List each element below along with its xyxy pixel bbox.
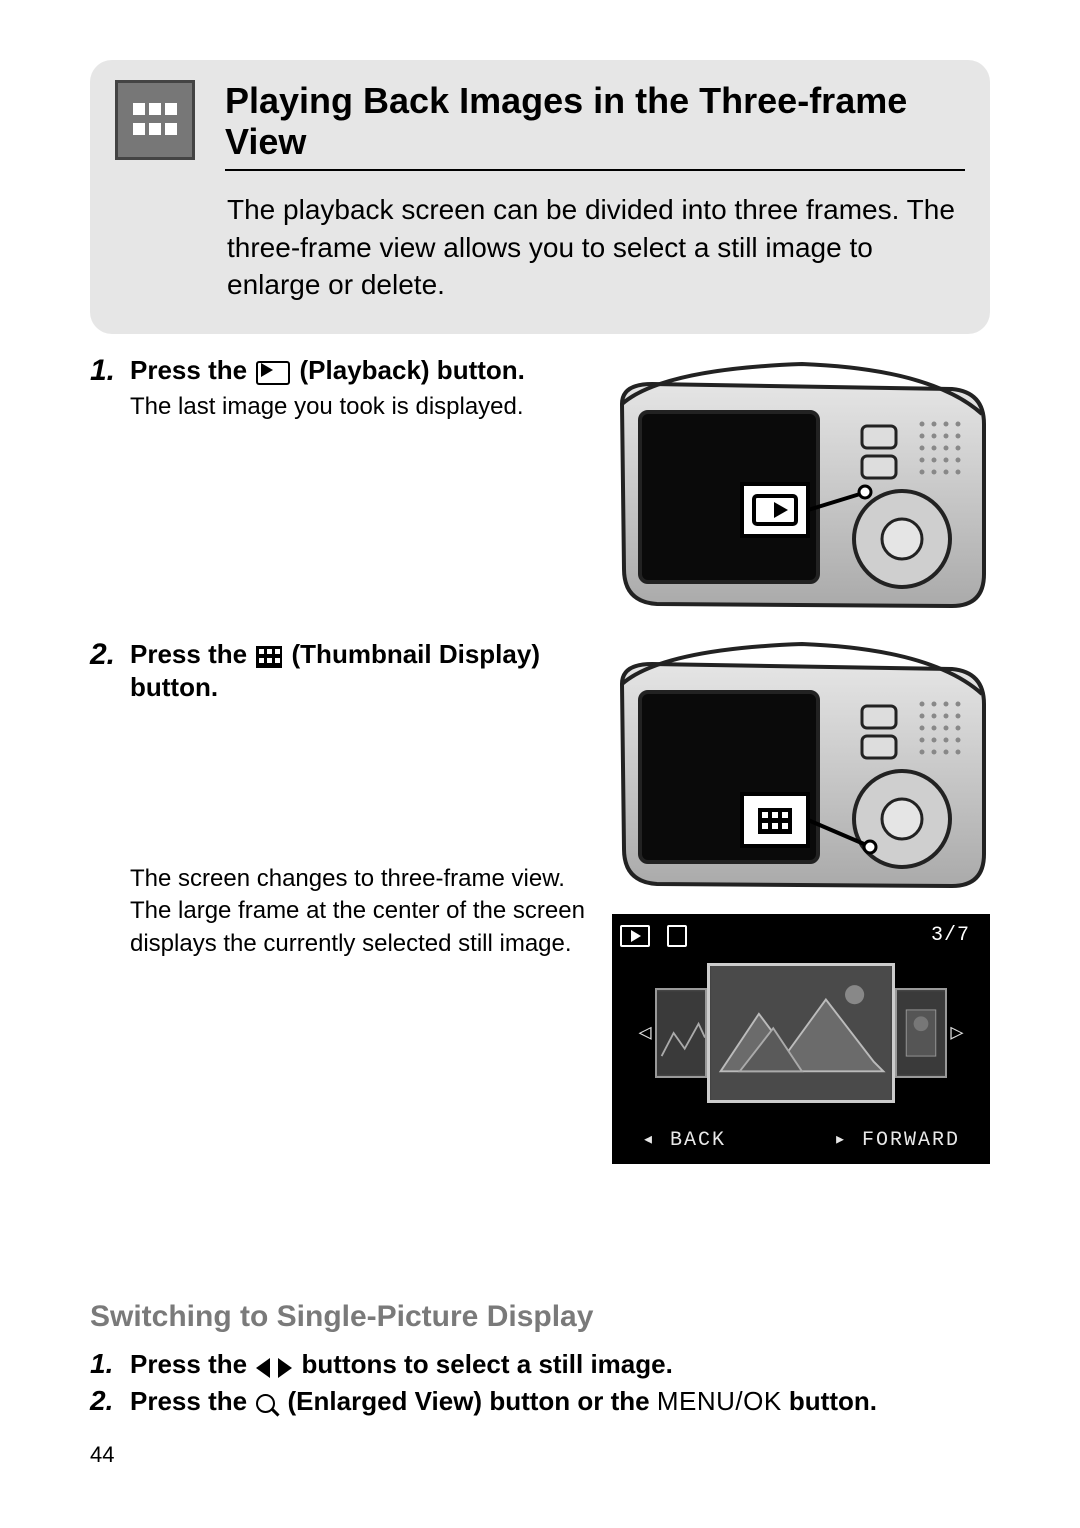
page-number: 44 <box>90 1442 114 1468</box>
subsection-title: Switching to Single-Picture Display <box>90 1300 990 1334</box>
camera-illustration-thumbnail <box>612 634 990 894</box>
text: Press the <box>130 639 254 669</box>
thumbnail-icon <box>256 646 282 668</box>
text: Press the <box>130 355 254 385</box>
step-1-desc: The last image you took is displayed. <box>130 391 550 423</box>
lcd-three-frame-view: 3/7 ◁ ▷ ◂ B <box>612 914 990 1164</box>
step-2-desc: The screen changes to three-frame view. … <box>130 863 600 960</box>
steps-area: 1. Press the (Playback) button. The last… <box>90 354 990 1417</box>
playback-mode-icon <box>620 925 650 947</box>
step-2-title: Press the (Thumbnail Display) button. <box>130 638 550 703</box>
step-1-title: Press the (Playback) button. <box>130 354 550 387</box>
camera-illustration-playback <box>612 354 990 614</box>
text: Press the <box>130 1349 254 1379</box>
image-counter: 3/7 <box>931 924 970 947</box>
step-2: 2. Press the (Thumbnail Display) button. <box>90 638 560 703</box>
section-title: Playing Back Images in the Three-frame V… <box>225 80 965 163</box>
step-number: 2. <box>90 638 130 672</box>
text: buttons to select a still image. <box>294 1349 673 1379</box>
sub-step-1: 1. Press the buttons to select a still i… <box>90 1348 990 1381</box>
thumbnail-grid-icon <box>115 80 195 160</box>
step-number: 2. <box>90 1385 130 1417</box>
text: (Enlarged View) button or the <box>280 1386 657 1416</box>
text: button. <box>782 1386 877 1416</box>
step-1: 1. Press the (Playback) button. The last… <box>90 354 560 423</box>
prev-frame <box>655 988 707 1078</box>
manual-page: Playing Back Images in the Three-frame V… <box>0 0 1080 1528</box>
text: Press the <box>130 1386 254 1416</box>
next-frame <box>895 988 947 1078</box>
magnify-icon <box>256 1394 278 1416</box>
step-number: 1. <box>90 1348 130 1380</box>
text: (Playback) button. <box>292 355 525 385</box>
current-frame <box>707 963 895 1103</box>
menu-ok-label: MENU/OK <box>657 1386 782 1416</box>
section-header-box: Playing Back Images in the Three-frame V… <box>90 60 990 334</box>
playback-icon <box>256 361 290 385</box>
text: BACK <box>670 1129 726 1152</box>
step-number: 1. <box>90 354 130 388</box>
left-right-arrow-icon <box>256 1358 292 1378</box>
sd-card-icon <box>667 925 687 947</box>
section-intro: The playback screen can be divided into … <box>227 191 965 304</box>
forward-label: ▸ FORWARD <box>834 1126 960 1152</box>
sub-step-1-title: Press the buttons to select a still imag… <box>130 1348 673 1381</box>
sub-step-2: 2. Press the (Enlarged View) button or t… <box>90 1385 990 1418</box>
text: FORWARD <box>862 1129 960 1152</box>
back-label: ◂ BACK <box>642 1126 726 1152</box>
next-arrow-icon: ▷ <box>947 1020 967 1046</box>
prev-arrow-icon: ◁ <box>635 1020 655 1046</box>
sub-step-2-title: Press the (Enlarged View) button or the … <box>130 1385 877 1418</box>
